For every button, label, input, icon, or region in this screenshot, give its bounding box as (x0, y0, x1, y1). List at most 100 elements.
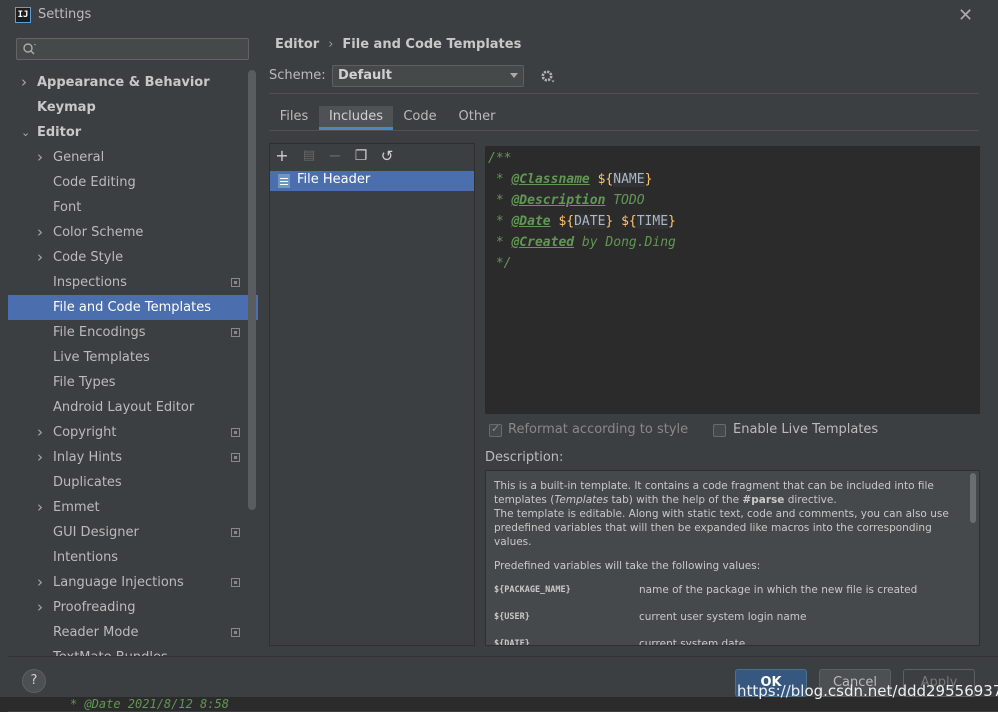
sidebar-item-label: File and Code Templates (53, 300, 211, 315)
sidebar-item-reader-mode[interactable]: Reader Mode (8, 620, 258, 645)
sidebar-item-file-encodings[interactable]: File Encodings (8, 320, 258, 345)
sidebar-item-duplicates[interactable]: Duplicates (8, 470, 258, 495)
chevron-right-icon[interactable]: › (37, 220, 47, 245)
sidebar-item-label: File Encodings (53, 325, 146, 340)
list-item[interactable]: File Header (270, 171, 474, 191)
sidebar-item-textmate-bundles[interactable]: TextMate Bundles (8, 645, 258, 656)
scheme-dropdown[interactable]: Default (332, 65, 524, 87)
sidebar-item-label: Duplicates (53, 475, 122, 490)
sidebar-item-font[interactable]: Font (8, 195, 258, 220)
breadcrumb-parent[interactable]: Editor (275, 37, 319, 52)
close-icon[interactable]: ✕ (958, 5, 973, 26)
code-token: } (668, 214, 676, 229)
sidebar-item-live-templates[interactable]: Live Templates (8, 345, 258, 370)
variable-row: ${DATE} current system date (494, 637, 959, 645)
sidebar-item-color-scheme[interactable]: › Color Scheme (8, 220, 258, 245)
live-templates-label: Enable Live Templates (733, 422, 879, 437)
reformat-label: Reformat according to style (508, 422, 689, 437)
project-level-icon (231, 328, 240, 337)
description-scrollbar[interactable] (970, 473, 976, 523)
sidebar-item-label: Live Templates (53, 350, 150, 365)
sidebar-item-code-editing[interactable]: Code Editing (8, 170, 258, 195)
search-input[interactable] (16, 38, 249, 60)
sidebar-item-inspections[interactable]: Inspections (8, 270, 258, 295)
description-paragraph-3: Predefined variables will take the follo… (494, 560, 761, 572)
list-item-label: File Header (297, 172, 371, 187)
breadcrumb-current: File and Code Templates (342, 37, 522, 52)
sidebar-item-android-layout-editor[interactable]: Android Layout Editor (8, 395, 258, 420)
live-templates-checkbox[interactable] (713, 424, 726, 437)
sidebar-item-language-injections[interactable]: › Language Injections (8, 570, 258, 595)
sidebar-item-label: Proofreading (53, 600, 136, 615)
code-token: * (488, 193, 512, 208)
tab-files[interactable]: Files (269, 106, 319, 130)
template-editor[interactable]: /** * @Classname ${NAME} * @Description … (485, 146, 980, 414)
sidebar-item-label: Emmet (53, 500, 100, 515)
project-level-icon (231, 453, 240, 462)
reset-icon[interactable]: ↺ (378, 147, 396, 165)
code-token: * (488, 214, 512, 229)
sidebar-item-gui-designer[interactable]: GUI Designer (8, 520, 258, 545)
sidebar-item-keymap[interactable]: Keymap (8, 95, 258, 120)
sidebar-item-inlay-hints[interactable]: › Inlay Hints (8, 445, 258, 470)
sidebar-item-label: Language Injections (53, 575, 184, 590)
code-token: /** (488, 151, 512, 166)
chevron-right-icon[interactable]: › (37, 570, 47, 595)
project-level-icon (231, 628, 240, 637)
chevron-right-icon[interactable]: › (37, 420, 47, 445)
copy-icon[interactable]: ❐ (352, 147, 370, 165)
chevron-right-icon[interactable]: › (37, 145, 47, 170)
variable-row: ${USER} current user system login name (494, 610, 959, 637)
remove-icon[interactable]: − (326, 147, 344, 165)
sidebar-item-label: Appearance & Behavior (37, 75, 210, 90)
sidebar-item-copyright[interactable]: › Copyright (8, 420, 258, 445)
add-icon[interactable]: + (273, 147, 291, 165)
background-code-line: * @Date 2021/8/12 8:58 (70, 697, 229, 711)
tab-other[interactable]: Other (447, 106, 507, 130)
project-level-icon (231, 578, 240, 587)
reformat-checkbox[interactable] (489, 422, 502, 437)
tab-includes[interactable]: Includes (319, 106, 393, 130)
sidebar-item-label: Editor (37, 125, 82, 140)
code-token: @Created (511, 235, 575, 250)
sidebar-item-file-and-code-templates[interactable]: File and Code Templates (8, 295, 258, 320)
chevron-right-icon[interactable]: › (37, 245, 47, 270)
sidebar-item-editor[interactable]: ⌄ Editor (8, 120, 258, 145)
settings-sidebar: › Appearance & Behavior Keymap ⌄ Editor › Gene… (8, 30, 258, 656)
breadcrumb-separator: › (328, 37, 334, 52)
sidebar-item-file-types[interactable]: File Types (8, 370, 258, 395)
description-label: Description: (485, 450, 564, 465)
description-box: This is a built-in template. It contains… (485, 470, 980, 646)
list-toolbar: + ▤ − ❐ ↺ (270, 144, 474, 168)
sidebar-item-intentions[interactable]: Intentions (8, 545, 258, 570)
code-token: @Date (511, 214, 551, 229)
variable-name: ${PACKAGE_NAME} (494, 585, 571, 595)
gear-icon[interactable] (539, 68, 555, 84)
chevron-right-icon[interactable]: › (37, 495, 47, 520)
sidebar-scrollbar[interactable] (248, 70, 256, 510)
sidebar-item-general[interactable]: › General (8, 145, 258, 170)
sidebar-item-label: Code Style (53, 250, 124, 265)
sidebar-item-proofreading[interactable]: › Proofreading (8, 595, 258, 620)
chevron-right-icon[interactable]: › (37, 445, 47, 470)
chevron-down-icon[interactable]: ⌄ (21, 120, 31, 145)
sidebar-item-appearance-behavior[interactable]: › Appearance & Behavior (8, 70, 258, 95)
settings-window: IJ Settings ✕ › Appearance & Behavior Keym… (0, 0, 998, 712)
code-line: /** (488, 148, 511, 169)
add-child-icon[interactable]: ▤ (300, 147, 318, 165)
sidebar-item-code-style[interactable]: › Code Style (8, 245, 258, 270)
search-icon (23, 43, 36, 55)
chevron-right-icon[interactable]: › (37, 595, 47, 620)
code-line: * @Date ${DATE} ${TIME} (488, 211, 676, 232)
sidebar-item-label: General (53, 150, 105, 165)
watermark: https://blog.csdn.net/ddd295569371 (737, 682, 998, 700)
sidebar-item-emmet[interactable]: › Emmet (8, 495, 258, 520)
code-token: by Dong.Ding (574, 235, 676, 250)
help-button[interactable]: ? (22, 669, 46, 693)
code-token: ${ (597, 172, 614, 187)
tab-code[interactable]: Code (393, 106, 447, 130)
description-paragraph: This is a built-in template. It contains… (494, 480, 949, 548)
settings-tree: › Appearance & Behavior Keymap ⌄ Editor › Gene… (8, 70, 258, 656)
chevron-right-icon[interactable]: › (21, 70, 31, 95)
